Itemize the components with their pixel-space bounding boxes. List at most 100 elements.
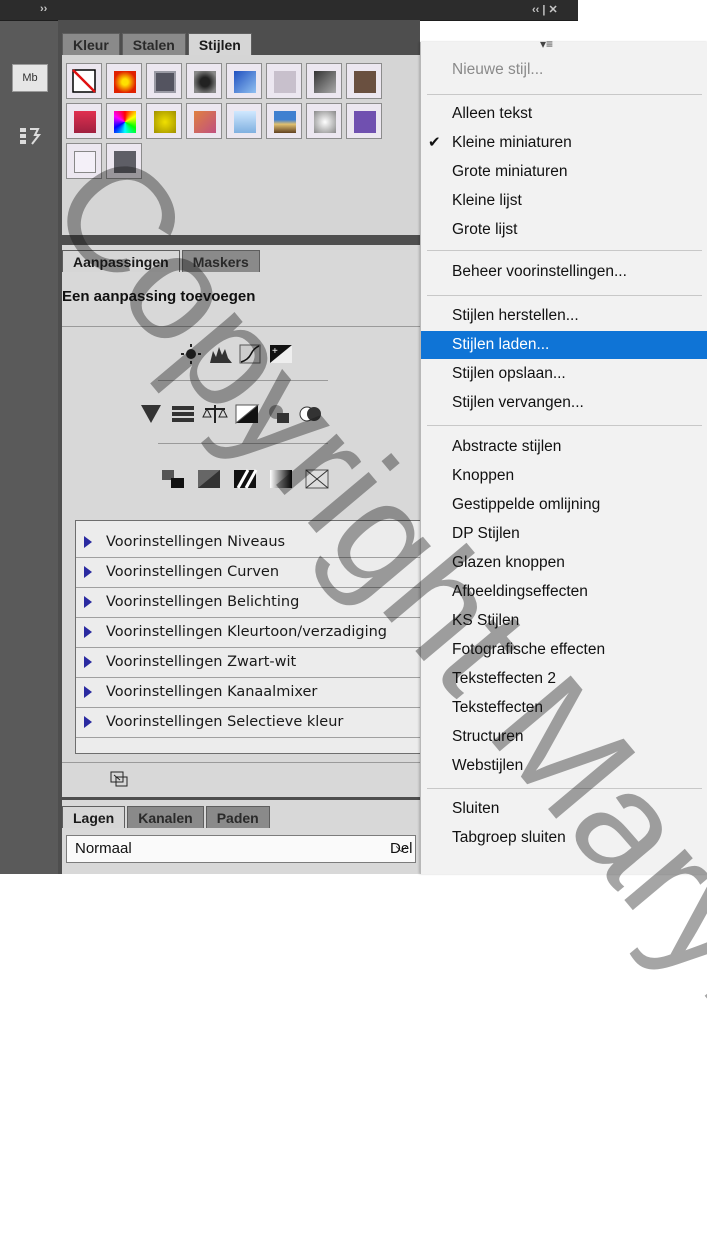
style-swatch[interactable] [226,103,262,139]
preset-label: Voorinstellingen Zwart-wit [106,654,297,670]
preset-item[interactable]: Voorinstellingen Curven [76,559,421,588]
divider [62,762,420,763]
menu-item-style-set[interactable]: Glazen knoppen [421,549,707,577]
brightness-contrast-icon[interactable] [178,343,204,365]
menu-item-large-list[interactable]: Grote lijst [421,216,707,244]
presets-list: Voorinstellingen Niveaus Voorinstellinge… [75,520,422,754]
tab-lagen[interactable]: Lagen [62,806,126,828]
menu-separator [427,94,702,95]
preset-item[interactable]: Voorinstellingen Kanaalmixer [76,679,421,708]
style-swatch[interactable] [306,63,342,99]
style-swatch[interactable] [226,63,262,99]
gradient-map-icon[interactable] [268,468,294,490]
style-swatch[interactable] [146,63,182,99]
expand-triangle-icon [84,656,92,668]
menu-item-close-tab-group[interactable]: Tabgroep sluiten [421,824,707,852]
style-swatch[interactable] [106,63,142,99]
checkmark-icon: ✔ [428,134,441,151]
style-swatch[interactable] [306,103,342,139]
tab-stalen[interactable]: Stalen [121,33,186,55]
menu-item-small-thumbnails[interactable]: ✔ Kleine miniaturen [421,129,707,157]
curves-icon[interactable] [238,343,264,365]
tab-maskers[interactable]: Maskers [181,250,260,272]
levels-icon[interactable] [208,343,234,365]
styles-swatch-grid [62,55,420,235]
clip-to-layer-icon[interactable] [110,771,128,787]
preset-item[interactable]: Voorinstellingen Belichting [76,589,421,618]
divider [62,326,420,327]
tab-kleur[interactable]: Kleur [62,33,120,55]
preset-item[interactable]: Voorinstellingen Zwart-wit [76,649,421,678]
menu-item-style-set[interactable]: Structuren [421,723,707,751]
panel-top-bar: ›› ‹‹ | ✕ [0,0,578,21]
menu-item-preset-manager[interactable]: Beheer voorinstellingen... [421,258,707,286]
tab-paden[interactable]: Paden [205,806,270,828]
posterize-icon[interactable] [196,468,222,490]
menu-item-replace-styles[interactable]: Stijlen vervangen... [421,389,707,417]
menu-item-small-list[interactable]: Kleine lijst [421,187,707,215]
black-white-icon[interactable] [234,403,260,425]
menu-item-style-set[interactable]: Teksteffecten 2 [421,665,707,693]
opacity-label: Del [390,840,413,857]
menu-separator [427,425,702,426]
selective-color-icon[interactable] [304,468,330,490]
svg-text:+: + [272,346,278,357]
style-swatch[interactable] [186,63,222,99]
preset-label: Voorinstellingen Selectieve kleur [106,714,344,730]
style-swatch[interactable] [66,103,102,139]
blend-mode-select[interactable]: Normaal ⌵ [66,835,416,863]
divider [158,443,328,444]
preset-item[interactable]: Voorinstellingen Niveaus [76,529,421,558]
expand-triangle-icon [84,566,92,578]
style-swatch[interactable] [186,103,222,139]
preset-item[interactable]: Voorinstellingen Selectieve kleur [76,709,421,738]
history-icon[interactable] [18,125,42,147]
collapse-icon[interactable]: ‹‹ | ✕ [532,3,558,16]
preset-label: Voorinstellingen Curven [106,564,280,580]
menu-item-reset-styles[interactable]: Stijlen herstellen... [421,302,707,330]
menu-item-style-set[interactable]: KS Stijlen [421,607,707,635]
color-balance-icon[interactable] [202,403,228,425]
style-swatch[interactable] [346,103,382,139]
menu-item-large-thumbnails[interactable]: Grote miniaturen [421,158,707,186]
style-swatch-none[interactable] [66,63,102,99]
menu-separator [427,788,702,789]
menu-separator [427,295,702,296]
style-swatch[interactable] [146,103,182,139]
expand-panels-icon[interactable]: ›› [40,3,47,15]
panel-menu-icon[interactable]: ▾≡ [540,37,553,51]
menu-item-style-set[interactable]: Webstijlen [421,752,707,780]
menu-item-style-set[interactable]: Gestippelde omlijning [421,491,707,519]
tab-stijlen[interactable]: Stijlen [187,33,252,55]
vibrance-icon[interactable] [138,403,164,425]
menu-item-close[interactable]: Sluiten [421,795,707,823]
tab-aanpassingen[interactable]: Aanpassingen [62,250,180,272]
menu-item-save-styles[interactable]: Stijlen opslaan... [421,360,707,388]
style-swatch[interactable] [266,103,302,139]
style-swatch[interactable] [346,63,382,99]
preset-item[interactable]: Voorinstellingen Kleurtoon/verzadiging [76,619,421,648]
tab-kanalen[interactable]: Kanalen [127,806,204,828]
style-swatch[interactable] [266,63,302,99]
photo-filter-icon[interactable] [266,403,292,425]
menu-item-load-styles[interactable]: Stijlen laden... [421,331,707,359]
menu-item-style-set[interactable]: Fotografische effecten [421,636,707,664]
style-swatch[interactable] [106,103,142,139]
menu-item-style-set[interactable]: Knoppen [421,462,707,490]
menu-item-new-style: Nieuwe stijl... [452,61,544,78]
expand-triangle-icon [84,596,92,608]
channel-mixer-icon[interactable] [298,403,324,425]
menu-item-style-set[interactable]: Afbeeldingseffecten [421,578,707,606]
invert-icon[interactable] [160,468,186,490]
hue-saturation-icon[interactable] [170,403,196,425]
mini-bridge-badge[interactable]: Mb [12,64,48,92]
menu-item-text-only[interactable]: Alleen tekst [421,100,707,128]
threshold-icon[interactable] [232,468,258,490]
exposure-icon[interactable]: + [268,343,294,365]
style-swatch[interactable] [106,143,142,179]
style-swatch[interactable] [66,143,102,179]
menu-item-style-set[interactable]: Teksteffecten [421,694,707,722]
menu-item-style-set[interactable]: DP Stijlen [421,520,707,548]
menu-item-style-set[interactable]: Abstracte stijlen [421,433,707,461]
styles-panel-menu: Nieuwe stijl... Alleen tekst ✔ Kleine min… [420,42,707,874]
